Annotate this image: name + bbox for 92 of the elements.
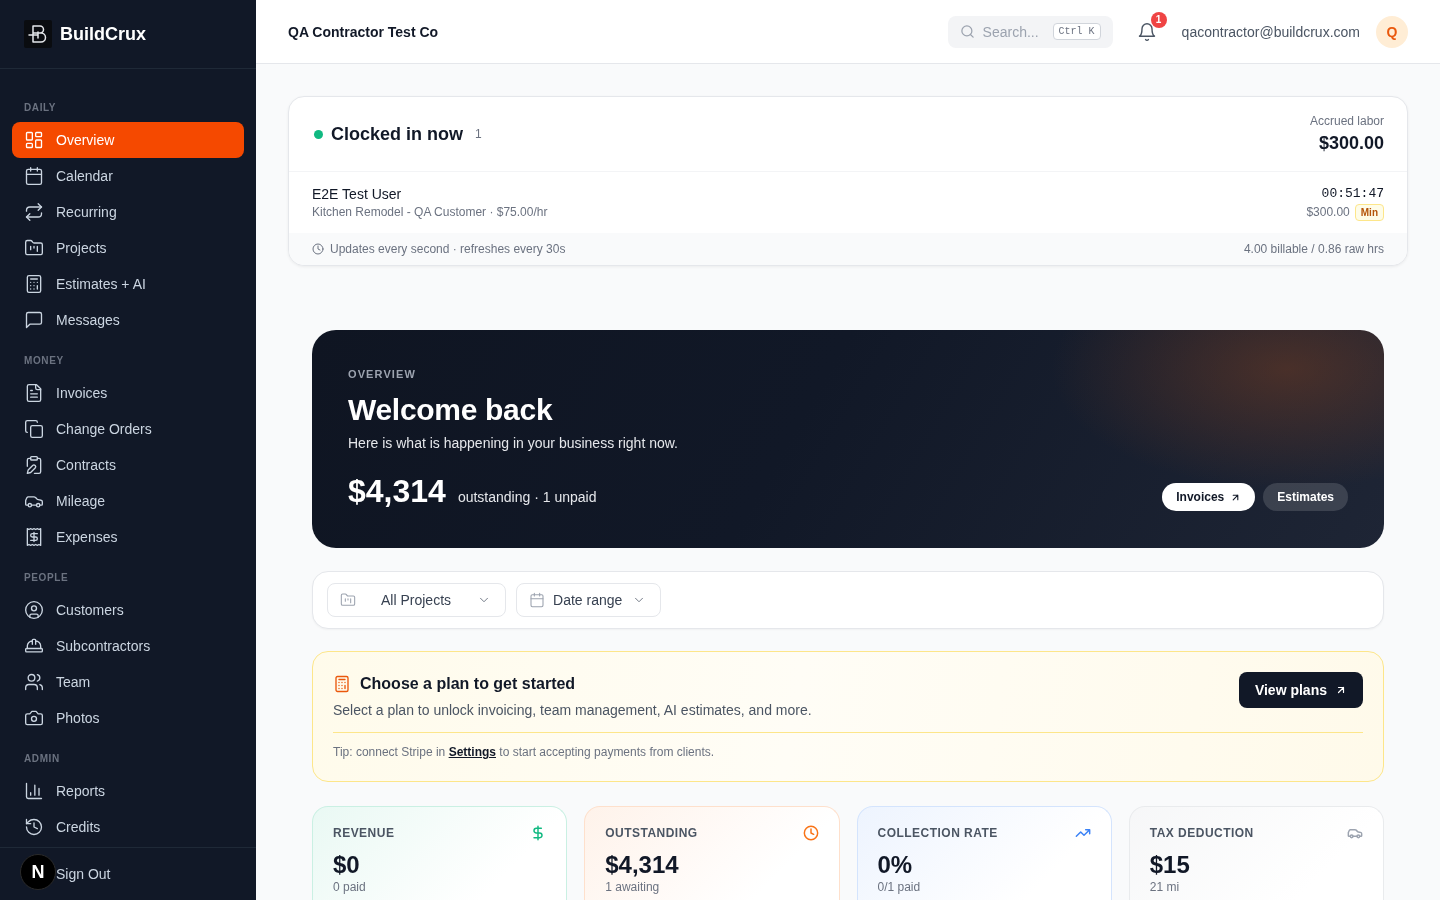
search-input[interactable]: Search... [982,23,1045,40]
calendar-icon [24,166,44,186]
bar-chart-icon [24,781,44,801]
user-email: qacontractor@buildcrux.com [1181,23,1360,40]
status-dot-icon [314,129,323,139]
stat-label: COLLECTION RATE [877,825,998,841]
entry-amount: $300.00 [1306,205,1350,219]
hours-summary: 4.00 billable / 0.86 raw hrs [1243,242,1384,256]
clock-icon [312,243,324,255]
clocked-in-title: Clocked in now [331,123,463,145]
user-circle-icon [24,600,44,620]
nav-item[interactable]: Calendar [12,158,244,194]
bell-icon [1136,21,1157,42]
stat-value: $0 [333,851,361,879]
nav-item[interactable]: Photos [12,700,244,736]
stat-label: REVENUE [333,825,395,841]
elapsed-timer: 00:51:47 [1321,184,1384,203]
notifications-button[interactable] [1136,21,1157,42]
section-label: ADMIN [23,752,61,766]
job-details: Kitchen Remodel - QA Customer · $75.00/hr [312,204,548,220]
nav-item[interactable]: Expenses [12,519,244,555]
nav-item[interactable]: Contracts [12,447,244,483]
copy-icon [24,419,44,439]
minimum-badge: Min [1354,203,1384,221]
document-icon [24,383,44,403]
shortcut-key: Ctrl K [1052,23,1101,40]
dev-tools-badge[interactable]: N [20,854,56,890]
nav-item[interactable]: Recurring [12,194,244,230]
worker-name: E2E Test User [312,185,403,203]
search-field[interactable]: Search... Ctrl K [947,15,1113,48]
tip-text: Tip: connect Stripe in Settings to start accepting payments from clients. [333,744,716,760]
stat-note: 0 paid [333,880,367,894]
section-label: PEOPLE [23,571,70,585]
nav-item[interactable]: Estimates + AI [12,266,244,302]
plan-title: Choose a plan to get started [360,674,576,694]
clipboard-icon [24,455,44,475]
welcome-subtitle: Here is what is happening in your business right now. [348,434,679,453]
arrow-up-right-icon [1335,684,1347,696]
camera-icon [24,708,44,728]
outstanding-note: outstanding · 1 unpaid [457,489,597,505]
dashboard-icon [24,130,44,150]
stat-value: $15 [1149,851,1191,879]
accrued-label: Accrued labor [1309,113,1384,129]
nav-item[interactable]: Customers [12,592,244,628]
calculator-icon [24,274,44,294]
users-icon [24,672,44,692]
view-plans-button[interactable]: View plans [1238,672,1363,708]
nav-item[interactable]: Team [12,664,244,700]
logo-icon [24,20,52,48]
folder-icon [340,592,356,608]
notification-count: 1 [1150,11,1167,28]
folder-icon [24,238,44,258]
chat-icon [24,310,44,330]
stat-value: $4,314 [605,851,680,879]
clocked-in-count: 1 [475,127,482,141]
nav-item[interactable]: Invoices [12,375,244,411]
search-icon [959,24,975,39]
receipt-icon [24,527,44,547]
welcome-title: Welcome back [348,392,554,428]
banner-button[interactable]: Estimates [1263,483,1348,511]
brand-name: BuildCrux [60,23,146,45]
nav-item[interactable]: Subcontractors [12,628,244,664]
nav-item[interactable]: Reports [12,773,244,809]
eyebrow-label: OVERVIEW [348,367,417,382]
stat-label: OUTSTANDING [605,825,698,841]
date-range-select[interactable]: Date range [516,583,662,617]
section-label: DAILY [23,101,58,115]
refresh-note: Updates every second · refreshes every 30s [330,242,566,256]
hard-hat-icon [24,636,44,656]
stat-note: 21 mi [1149,880,1181,894]
accrued-amount: $300.00 [1318,132,1384,155]
nav-item[interactable]: Messages [12,302,244,338]
nav-item[interactable]: Mileage [12,483,244,519]
calendar-icon [529,592,546,608]
outstanding-amount: $4,314 [348,472,446,511]
stat-label: TAX DEDUCTION [1149,825,1254,841]
nav-item[interactable]: Credits [12,809,244,845]
company-name: QA Contractor Test Co [288,23,439,40]
section-label: MONEY [23,354,65,368]
nav-item[interactable]: Projects [12,230,244,266]
project-select[interactable]: All Projects [327,583,507,617]
stat-note: 1 awaiting [605,880,661,894]
banner-link-button[interactable]: Invoices [1162,483,1256,511]
settings-link[interactable]: Settings [448,745,496,759]
plan-description: Select a plan to unlock invoicing, team management, AI estimates, and more. [333,701,812,720]
nav-item[interactable]: Overview [12,122,244,158]
history-icon [24,817,44,837]
repeat-icon [24,202,44,222]
nav-item[interactable]: Change Orders [12,411,244,447]
calculator-icon [333,675,351,693]
stat-note: 0/1 paid [877,880,922,894]
stat-value: 0% [877,851,914,879]
